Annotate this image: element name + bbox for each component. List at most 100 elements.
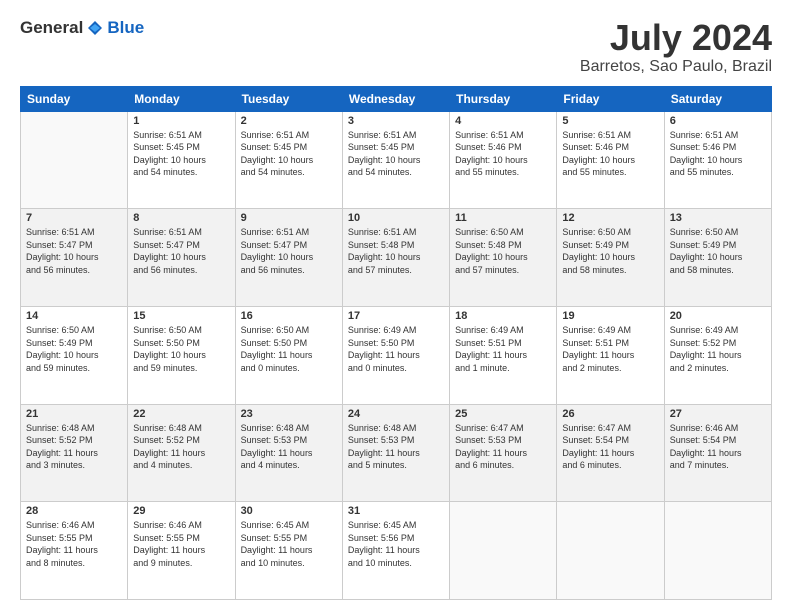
day-info: Sunrise: 6:46 AM Sunset: 5:55 PM Dayligh… <box>26 519 122 569</box>
calendar-cell: 23 Sunrise: 6:48 AM Sunset: 5:53 PM Dayli… <box>235 404 342 502</box>
day-number: 17 <box>348 310 444 322</box>
calendar-cell: 28Sunrise: 6:46 AM Sunset: 5:55 PM Dayli… <box>21 502 128 600</box>
calendar-cell: 26Sunrise: 6:47 AM Sunset: 5:54 PM Dayli… <box>557 404 664 502</box>
calendar-cell: 30 Sunrise: 6:45 AM Sunset: 5:55 PM Dayli… <box>235 502 342 600</box>
day-number: 10 <box>348 212 444 224</box>
day-info: Sunrise: 6:47 AM Sunset: 5:53 PM Dayligh… <box>455 422 551 472</box>
day-info: Sunrise: 6:48 AM Sunset: 5:53 PM Dayligh… <box>241 422 337 472</box>
day-number: 15 <box>133 310 229 322</box>
day-info: Sunrise: 6:51 AM Sunset: 5:46 PM Dayligh… <box>455 129 551 179</box>
day-info: Sunrise: 6:51 AM Sunset: 5:46 PM Dayligh… <box>670 129 766 179</box>
calendar-cell: 29 Sunrise: 6:46 AM Sunset: 5:55 PM Dayli… <box>128 502 235 600</box>
day-info: Sunrise: 6:49 AM Sunset: 5:51 PM Dayligh… <box>455 324 551 374</box>
day-number: 11 <box>455 212 551 224</box>
day-info: Sunrise: 6:50 AM Sunset: 5:49 PM Dayligh… <box>26 324 122 374</box>
header-sunday: Sunday <box>21 86 128 111</box>
calendar-cell <box>557 502 664 600</box>
header-tuesday: Tuesday <box>235 86 342 111</box>
calendar-cell: 7Sunrise: 6:51 AM Sunset: 5:47 PM Daylig… <box>21 209 128 307</box>
day-number: 16 <box>241 310 337 322</box>
calendar-cell: 10 Sunrise: 6:51 AM Sunset: 5:48 PM Dayli… <box>342 209 449 307</box>
day-info: Sunrise: 6:50 AM Sunset: 5:48 PM Dayligh… <box>455 226 551 276</box>
day-number: 30 <box>241 505 337 517</box>
week-row-2: 14 Sunrise: 6:50 AM Sunset: 5:49 PM Dayli… <box>21 306 772 404</box>
day-number: 3 <box>348 115 444 127</box>
day-info: Sunrise: 6:51 AM Sunset: 5:45 PM Dayligh… <box>348 129 444 179</box>
day-number: 20 <box>670 310 766 322</box>
day-info: Sunrise: 6:51 AM Sunset: 5:47 PM Dayligh… <box>241 226 337 276</box>
day-number: 31 <box>348 505 444 517</box>
day-info: Sunrise: 6:49 AM Sunset: 5:52 PM Dayligh… <box>670 324 766 374</box>
day-number: 12 <box>562 212 658 224</box>
day-number: 1 <box>133 115 229 127</box>
day-number: 8 <box>133 212 229 224</box>
day-info: Sunrise: 6:51 AM Sunset: 5:45 PM Dayligh… <box>241 129 337 179</box>
calendar-cell: 24Sunrise: 6:48 AM Sunset: 5:53 PM Dayli… <box>342 404 449 502</box>
day-number: 5 <box>562 115 658 127</box>
day-info: Sunrise: 6:49 AM Sunset: 5:50 PM Dayligh… <box>348 324 444 374</box>
day-info: Sunrise: 6:51 AM Sunset: 5:46 PM Dayligh… <box>562 129 658 179</box>
page: General Blue July 2024 Barretos, Sao Pau… <box>0 0 792 612</box>
day-info: Sunrise: 6:46 AM Sunset: 5:55 PM Dayligh… <box>133 519 229 569</box>
day-number: 25 <box>455 408 551 420</box>
day-number: 7 <box>26 212 122 224</box>
calendar-cell: 15Sunrise: 6:50 AM Sunset: 5:50 PM Dayli… <box>128 306 235 404</box>
calendar-cell: 31 Sunrise: 6:45 AM Sunset: 5:56 PM Dayli… <box>342 502 449 600</box>
week-row-3: 21Sunrise: 6:48 AM Sunset: 5:52 PM Dayli… <box>21 404 772 502</box>
calendar-cell: 22 Sunrise: 6:48 AM Sunset: 5:52 PM Dayli… <box>128 404 235 502</box>
logo-blue: Blue <box>107 18 144 38</box>
day-number: 29 <box>133 505 229 517</box>
calendar-cell: 14 Sunrise: 6:50 AM Sunset: 5:49 PM Dayli… <box>21 306 128 404</box>
calendar-cell: 11 Sunrise: 6:50 AM Sunset: 5:48 PM Dayli… <box>450 209 557 307</box>
day-info: Sunrise: 6:51 AM Sunset: 5:45 PM Dayligh… <box>133 129 229 179</box>
header-saturday: Saturday <box>664 86 771 111</box>
day-info: Sunrise: 6:46 AM Sunset: 5:54 PM Dayligh… <box>670 422 766 472</box>
day-number: 6 <box>670 115 766 127</box>
day-info: Sunrise: 6:48 AM Sunset: 5:52 PM Dayligh… <box>133 422 229 472</box>
day-info: Sunrise: 6:45 AM Sunset: 5:55 PM Dayligh… <box>241 519 337 569</box>
day-info: Sunrise: 6:45 AM Sunset: 5:56 PM Dayligh… <box>348 519 444 569</box>
day-number: 24 <box>348 408 444 420</box>
logo-icon <box>86 19 104 37</box>
header-monday: Monday <box>128 86 235 111</box>
day-info: Sunrise: 6:51 AM Sunset: 5:47 PM Dayligh… <box>133 226 229 276</box>
day-number: 9 <box>241 212 337 224</box>
location-title: Barretos, Sao Paulo, Brazil <box>580 58 772 76</box>
day-info: Sunrise: 6:49 AM Sunset: 5:51 PM Dayligh… <box>562 324 658 374</box>
calendar-cell: 25 Sunrise: 6:47 AM Sunset: 5:53 PM Dayli… <box>450 404 557 502</box>
day-info: Sunrise: 6:50 AM Sunset: 5:49 PM Dayligh… <box>670 226 766 276</box>
week-row-1: 7 Sunrise: 6:51 AM Sunset: 5:47 PM Daylig… <box>21 209 772 307</box>
calendar-cell: 21Sunrise: 6:48 AM Sunset: 5:52 PM Dayli… <box>21 404 128 502</box>
header-friday: Friday <box>557 86 664 111</box>
calendar-cell: 1 Sunrise: 6:51 AM Sunset: 5:45 PM Daylig… <box>128 111 235 209</box>
header: General Blue July 2024 Barretos, Sao Pau… <box>20 18 772 76</box>
header-wednesday: Wednesday <box>342 86 449 111</box>
day-number: 22 <box>133 408 229 420</box>
day-number: 14 <box>26 310 122 322</box>
calendar-table: SundayMondayTuesdayWednesdayThursdayFrid… <box>20 86 772 600</box>
calendar-cell: 6 Sunrise: 6:51 AM Sunset: 5:46 PM Daylig… <box>664 111 771 209</box>
calendar-cell: 3 Sunrise: 6:51 AM Sunset: 5:45 PM Daylig… <box>342 111 449 209</box>
calendar-cell <box>450 502 557 600</box>
day-number: 27 <box>670 408 766 420</box>
day-number: 19 <box>562 310 658 322</box>
day-number: 23 <box>241 408 337 420</box>
title-area: July 2024 Barretos, Sao Paulo, Brazil <box>580 18 772 76</box>
calendar-cell: 27 Sunrise: 6:46 AM Sunset: 5:54 PM Dayli… <box>664 404 771 502</box>
calendar-cell: 12Sunrise: 6:50 AM Sunset: 5:49 PM Dayli… <box>557 209 664 307</box>
day-info: Sunrise: 6:47 AM Sunset: 5:54 PM Dayligh… <box>562 422 658 472</box>
calendar-cell: 13 Sunrise: 6:50 AM Sunset: 5:49 PM Dayli… <box>664 209 771 307</box>
calendar-cell: 17 Sunrise: 6:49 AM Sunset: 5:50 PM Dayli… <box>342 306 449 404</box>
calendar-cell: 4Sunrise: 6:51 AM Sunset: 5:46 PM Daylig… <box>450 111 557 209</box>
day-info: Sunrise: 6:51 AM Sunset: 5:48 PM Dayligh… <box>348 226 444 276</box>
header-thursday: Thursday <box>450 86 557 111</box>
day-number: 13 <box>670 212 766 224</box>
calendar-cell: 8 Sunrise: 6:51 AM Sunset: 5:47 PM Daylig… <box>128 209 235 307</box>
calendar-cell: 16 Sunrise: 6:50 AM Sunset: 5:50 PM Dayli… <box>235 306 342 404</box>
calendar-cell: 9 Sunrise: 6:51 AM Sunset: 5:47 PM Daylig… <box>235 209 342 307</box>
day-number: 18 <box>455 310 551 322</box>
calendar-cell <box>664 502 771 600</box>
day-info: Sunrise: 6:50 AM Sunset: 5:50 PM Dayligh… <box>241 324 337 374</box>
week-row-4: 28Sunrise: 6:46 AM Sunset: 5:55 PM Dayli… <box>21 502 772 600</box>
logo: General Blue <box>20 18 144 38</box>
